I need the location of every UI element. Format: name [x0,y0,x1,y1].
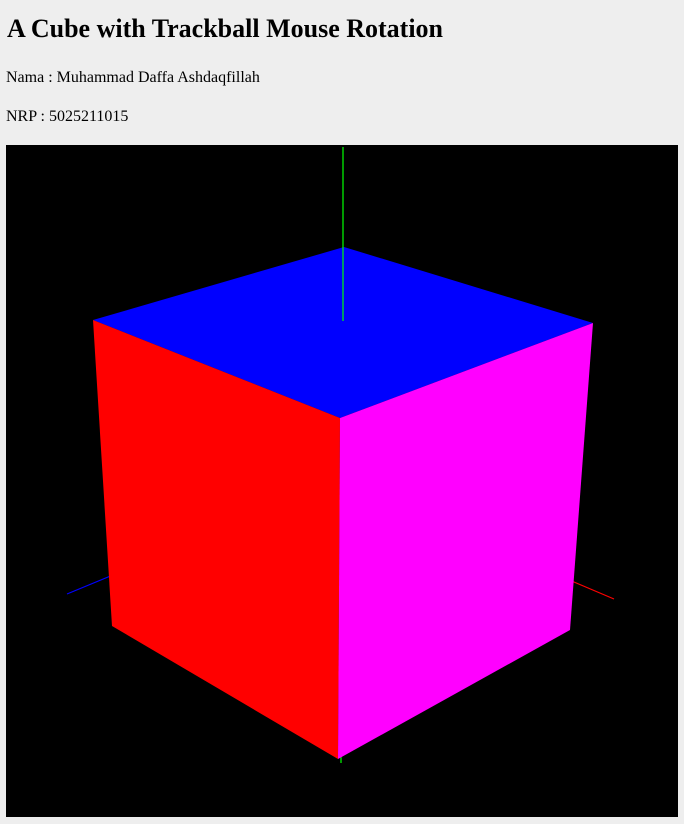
student-name: Nama : Muhammad Daffa Ashdaqfillah [6,69,260,86]
webgl-canvas[interactable] [6,145,678,817]
page: A Cube with Trackball Mouse Rotation Nam… [0,0,684,824]
cube-scene[interactable] [6,145,678,817]
page-title: A Cube with Trackball Mouse Rotation [7,14,444,43]
student-nrp: NRP : 5025211015 [6,108,129,125]
